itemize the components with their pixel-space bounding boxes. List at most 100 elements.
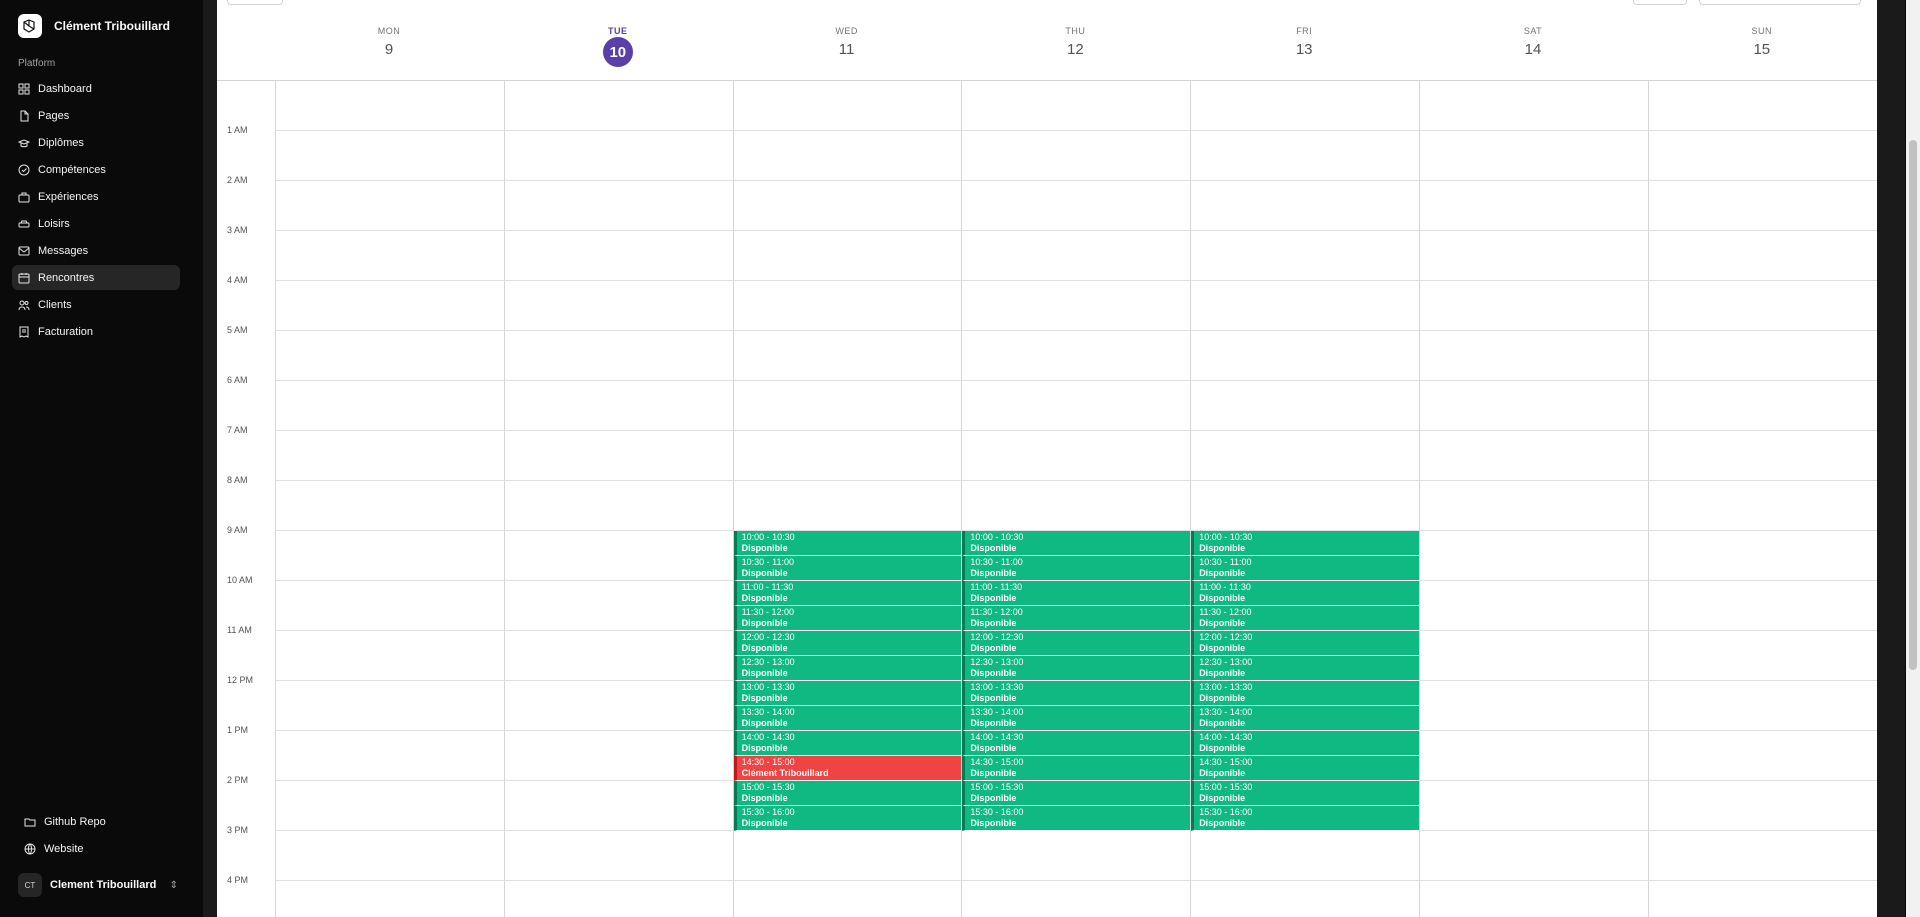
slot-title: Disponible: [970, 618, 1017, 628]
available-slot[interactable]: 11:00 - 11:30 Disponible: [1191, 581, 1419, 606]
hour-line: [275, 280, 1877, 281]
available-slot[interactable]: 15:00 - 15:30 Disponible: [1191, 781, 1419, 806]
available-slot[interactable]: 11:30 - 12:00 Disponible: [1191, 606, 1419, 631]
hour-label: 7 AM: [227, 425, 248, 435]
available-slot[interactable]: 12:00 - 12:30 Disponible: [1191, 631, 1419, 656]
sidebar-item-competences[interactable]: Compétences: [12, 157, 180, 182]
sidebar-item-loisirs[interactable]: Loisirs: [12, 211, 180, 236]
available-slot[interactable]: 10:30 - 11:00 Disponible: [962, 556, 1191, 581]
sidebar-item-messages[interactable]: Messages: [12, 238, 180, 263]
available-slot[interactable]: 14:30 - 15:00 Disponible: [962, 756, 1191, 781]
sidebar-item-clients[interactable]: Clients: [12, 292, 180, 317]
sidebar-item-pages[interactable]: Pages: [12, 103, 180, 128]
available-slot[interactable]: 14:00 - 14:30 Disponible: [733, 731, 962, 756]
sidebar-item-rencontres[interactable]: Rencontres: [12, 265, 180, 290]
slot-time: 12:30 - 13:00: [1199, 657, 1253, 667]
available-slot[interactable]: 12:30 - 13:00 Disponible: [733, 656, 962, 681]
mail-icon: [18, 245, 30, 257]
booked-slot[interactable]: 14:30 - 15:00 Clément Tribouillard: [733, 756, 962, 781]
sidebar-item-label: Clients: [38, 298, 72, 311]
link-github-repo[interactable]: Github Repo: [18, 809, 178, 834]
sidebar-item-label: Rencontres: [38, 271, 95, 284]
slot-title: Disponible: [1199, 793, 1246, 803]
avatar: CT: [18, 873, 42, 897]
day-header-thu[interactable]: THU 12: [961, 26, 1189, 58]
available-slot[interactable]: 13:00 - 13:30 Disponible: [1191, 681, 1419, 706]
available-slot[interactable]: 13:30 - 14:00 Disponible: [733, 706, 962, 731]
slot-time: 12:00 - 12:30: [1199, 632, 1253, 642]
available-slot[interactable]: 10:00 - 10:30 Disponible: [733, 531, 962, 556]
hour-line: [275, 230, 1877, 231]
slot-title: Disponible: [1199, 743, 1246, 753]
toolbar-button[interactable]: [1633, 0, 1687, 5]
available-slot[interactable]: 12:30 - 13:00 Disponible: [1191, 656, 1419, 681]
day-column-divider: [1419, 80, 1420, 917]
slot-title: Disponible: [970, 793, 1017, 803]
sidebar-item-label: Loisirs: [38, 217, 70, 230]
available-slot[interactable]: 13:30 - 14:00 Disponible: [1191, 706, 1419, 731]
day-header-sat[interactable]: SAT 14: [1419, 26, 1647, 58]
user-menu[interactable]: CT Clement Tribouillard ⇕: [18, 873, 178, 897]
sidebar-item-diplomes[interactable]: Diplômes: [12, 130, 180, 155]
hour-label: 6 AM: [227, 375, 248, 385]
available-slot[interactable]: 14:00 - 14:30 Disponible: [1191, 731, 1419, 756]
available-slot[interactable]: 15:00 - 15:30 Disponible: [962, 781, 1191, 806]
scrollbar[interactable]: [1906, 0, 1920, 917]
slot-title: Disponible: [1199, 568, 1246, 578]
scrollbar-thumb[interactable]: [1909, 140, 1917, 670]
available-slot[interactable]: 10:00 - 10:30 Disponible: [962, 531, 1191, 556]
available-slot[interactable]: 11:00 - 11:30 Disponible: [962, 581, 1191, 606]
available-slot[interactable]: 11:00 - 11:30 Disponible: [733, 581, 962, 606]
day-header-mon[interactable]: MON 9: [275, 26, 503, 58]
sidebar-item-experiences[interactable]: Expériences: [12, 184, 180, 209]
brand[interactable]: Clément Tribouillard: [18, 14, 170, 38]
sidebar-item-dashboard[interactable]: Dashboard: [12, 76, 180, 101]
day-header-tue[interactable]: TUE 10: [504, 26, 732, 67]
available-slot[interactable]: 10:30 - 11:00 Disponible: [1191, 556, 1419, 581]
available-slot[interactable]: 15:30 - 16:00 Disponible: [962, 806, 1191, 831]
day-header-wed[interactable]: WED 11: [733, 26, 961, 58]
slot-title: Disponible: [741, 818, 788, 828]
sidebar-item-facturation[interactable]: Facturation: [12, 319, 180, 344]
graduation-cap-icon: [17, 137, 31, 149]
sidebar-item-label: Facturation: [38, 325, 94, 338]
slot-time: 13:30 - 14:00: [970, 707, 1024, 717]
slot-title: Disponible: [970, 768, 1017, 778]
day-column-divider: [1648, 80, 1649, 917]
available-slot[interactable]: 15:00 - 15:30 Disponible: [733, 781, 962, 806]
available-slot[interactable]: 13:00 - 13:30 Disponible: [733, 681, 962, 706]
available-slot[interactable]: 12:00 - 12:30 Disponible: [962, 631, 1191, 656]
slot-time: 14:00 - 14:30: [1199, 732, 1253, 742]
day-header-sun[interactable]: SUN 15: [1648, 26, 1876, 58]
available-slot[interactable]: 15:30 - 16:00 Disponible: [733, 806, 962, 831]
available-slot[interactable]: 10:00 - 10:30 Disponible: [1191, 531, 1419, 556]
available-slot[interactable]: 14:00 - 14:30 Disponible: [962, 731, 1191, 756]
slot-time: 14:00 - 14:30: [970, 732, 1024, 742]
day-header-fri[interactable]: FRI 13: [1190, 26, 1418, 58]
hour-line: [275, 330, 1877, 331]
toolbar-select[interactable]: [1699, 0, 1861, 5]
toolbar-button[interactable]: [227, 0, 283, 5]
sidebar-item-label: Dashboard: [38, 82, 92, 95]
sidebar-nav: Dashboard Pages Diplômes Compétences Expérie…: [12, 76, 180, 346]
link-website[interactable]: Website: [18, 836, 178, 861]
slot-time: 13:00 - 13:30: [1199, 682, 1253, 692]
available-slot[interactable]: 13:00 - 13:30 Disponible: [962, 681, 1191, 706]
available-slot[interactable]: 13:30 - 14:00 Disponible: [962, 706, 1191, 731]
available-slot[interactable]: 12:00 - 12:30 Disponible: [733, 631, 962, 656]
hour-label: 2 AM: [227, 175, 248, 185]
hour-label: 12 PM: [227, 675, 254, 685]
sidebar-item-label: Diplômes: [38, 136, 84, 149]
available-slot[interactable]: 11:30 - 12:00 Disponible: [962, 606, 1191, 631]
available-slot[interactable]: 14:30 - 15:00 Disponible: [1191, 756, 1419, 781]
available-slot[interactable]: 12:30 - 13:00 Disponible: [962, 656, 1191, 681]
slot-title: Disponible: [1199, 593, 1246, 603]
available-slot[interactable]: 15:30 - 16:00 Disponible: [1191, 806, 1419, 831]
day-number: 14: [1524, 41, 1542, 58]
day-of-week: THU: [1065, 26, 1086, 36]
available-slot[interactable]: 11:30 - 12:00 Disponible: [733, 606, 962, 631]
day-of-week: MON: [377, 26, 401, 36]
hour-line: [275, 430, 1877, 431]
available-slot[interactable]: 10:30 - 11:00 Disponible: [733, 556, 962, 581]
slot-title: Clément Tribouillard: [741, 768, 829, 778]
